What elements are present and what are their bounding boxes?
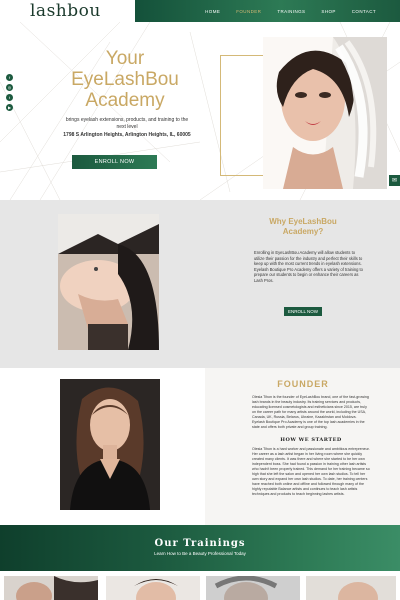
instagram-icon[interactable]: ◎ <box>6 84 13 91</box>
trainings-banner: Our Trainings Learn How to Be a Beauty P… <box>0 525 400 571</box>
twitter-icon[interactable]: t <box>6 94 13 101</box>
site-header: lashbou HOME FOUNDER TRAININGS SHOP CONT… <box>0 0 400 22</box>
hero-title-line1: Your <box>105 48 145 69</box>
why-title: Why EyeLashBou Academy? <box>248 217 358 237</box>
hero-address: 1798 S Arlington Heights, Arlington Heig… <box>63 132 191 138</box>
nav-home[interactable]: HOME <box>205 9 220 14</box>
founder-section: FOUNDER Olesia Tihon is the founder of E… <box>0 368 400 525</box>
hero-model-photo <box>263 37 387 189</box>
training-thumb-3[interactable] <box>206 576 300 600</box>
hero-section: Your EyeLashBou Academy brings eyelash e… <box>0 22 400 200</box>
hero-title-line3: Academy <box>85 90 165 111</box>
hero-title: Your EyeLashBou Academy <box>40 48 210 111</box>
training-thumb-2[interactable] <box>106 576 200 600</box>
site-logo[interactable]: lashbou <box>30 1 101 21</box>
nav-founder[interactable]: FOUNDER <box>236 9 261 14</box>
chat-icon[interactable]: ✉ <box>389 175 400 186</box>
founder-bio: Olesia Tihon is the founder of EyeLashBo… <box>252 395 369 429</box>
hero-description: brings eyelash extensions, products, and… <box>65 117 189 130</box>
why-title-line2: Academy? <box>282 227 324 236</box>
youtube-icon[interactable]: ▶ <box>6 104 13 111</box>
main-nav: HOME FOUNDER TRAININGS SHOP CONTACT <box>135 0 400 22</box>
lash-training-photo <box>58 214 159 350</box>
founder-photo-wrap <box>0 368 200 525</box>
how-we-started-body: Olesia Tihon is a hard worker and passio… <box>252 447 370 496</box>
why-enroll-button[interactable]: ENROLL NOW <box>284 307 322 316</box>
training-thumb-4[interactable] <box>306 576 396 600</box>
founder-title: FOUNDER <box>277 379 329 389</box>
training-thumb-1[interactable] <box>4 576 98 600</box>
social-links: f ◎ t ▶ <box>6 74 13 111</box>
nav-shop[interactable]: SHOP <box>321 9 335 14</box>
founder-photo <box>60 379 160 510</box>
how-we-started-heading: HOW WE STARTED <box>280 437 342 443</box>
trainings-title: Our Trainings <box>154 538 246 549</box>
why-section: Why EyeLashBou Academy? Enrolling in Eye… <box>0 200 400 368</box>
hero-title-line2: EyeLashBou <box>71 69 179 90</box>
nav-trainings[interactable]: TRAININGS <box>277 9 305 14</box>
why-title-line1: Why EyeLashBou <box>269 217 337 226</box>
trainings-subtitle: Learn How to Be a Beauty Professional To… <box>154 551 246 556</box>
training-thumbnails <box>0 571 400 600</box>
nav-contact[interactable]: CONTACT <box>352 9 376 14</box>
hero-enroll-button[interactable]: ENROLL NOW <box>72 155 157 169</box>
why-body: Enrolling in EyeLashBou Academy will all… <box>254 250 363 283</box>
facebook-icon[interactable]: f <box>6 74 13 81</box>
